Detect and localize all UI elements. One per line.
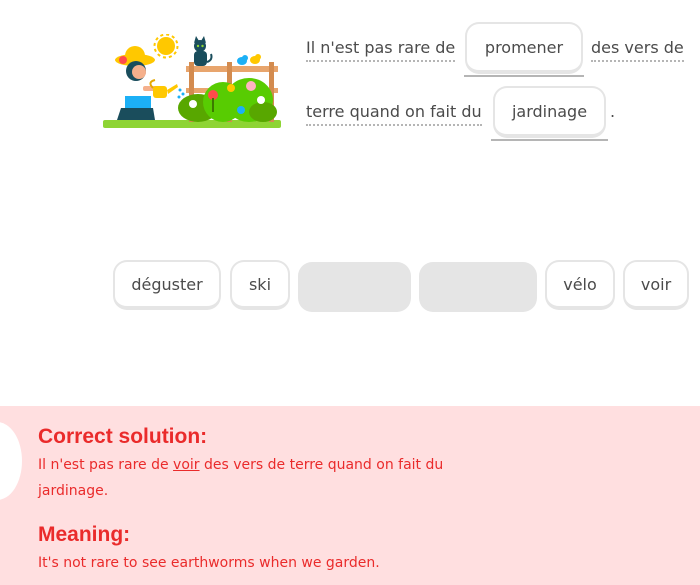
blank-1-underline xyxy=(464,75,584,77)
sun-icon xyxy=(153,33,179,59)
word-chip-slot-empty-2 xyxy=(419,262,537,312)
feedback-panel: Correct solution: Il n'est pas rare de v… xyxy=(0,406,700,585)
solution-before: Il n'est pas rare de xyxy=(38,457,174,473)
sentence-text-2: des vers de xyxy=(591,38,684,62)
word-chip-voir[interactable]: voir xyxy=(623,260,689,310)
word-chip-slot-empty-1 xyxy=(298,262,411,312)
word-chip-deguster[interactable]: déguster xyxy=(113,260,221,310)
solution-highlight-word: voir xyxy=(173,457,200,473)
gardening-illustration xyxy=(103,33,281,132)
correct-solution-heading: Correct solution: xyxy=(38,425,208,448)
girl-watering-can-icon xyxy=(115,46,185,120)
word-chip-ski[interactable]: ski xyxy=(230,260,290,310)
correct-solution-text: Il n'est pas rare de voir des vers de te… xyxy=(38,452,458,504)
placed-word-blank-1[interactable]: promener xyxy=(465,22,583,74)
incorrect-status-icon xyxy=(0,422,22,500)
cat-icon xyxy=(194,36,213,66)
placed-word-blank-2[interactable]: jardinage xyxy=(493,86,606,138)
sentence-text-3: terre quand on fait du xyxy=(306,102,482,126)
meaning-text: It's not rare to see earthworms when we … xyxy=(38,555,380,571)
meaning-heading: Meaning: xyxy=(38,523,131,546)
bird-icon xyxy=(237,54,261,65)
sentence-text-1: Il n'est pas rare de xyxy=(306,38,456,62)
sentence-period: . xyxy=(610,102,616,121)
blank-2-underline xyxy=(491,139,608,141)
word-chip-velo[interactable]: vélo xyxy=(545,260,615,310)
gardening-scene-icon xyxy=(103,33,281,128)
